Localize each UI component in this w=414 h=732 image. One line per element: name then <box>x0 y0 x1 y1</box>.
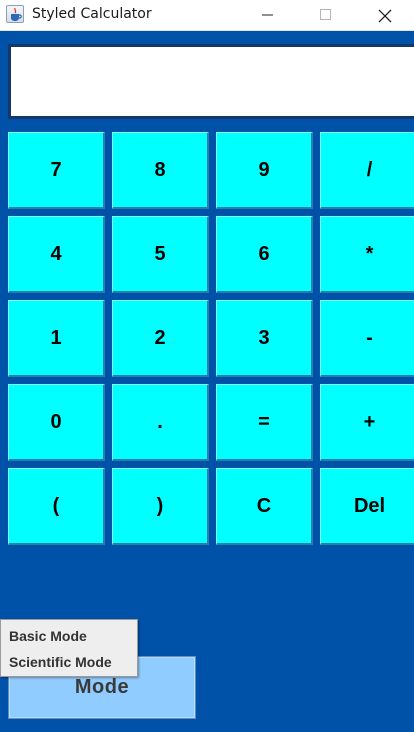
maximize-button[interactable] <box>303 0 349 31</box>
key-divide-button[interactable]: / <box>320 132 414 209</box>
title-bar: Styled Calculator <box>0 0 414 31</box>
menu-item-scientific-mode[interactable]: Scientific Mode <box>1 649 137 675</box>
key-5-button[interactable]: 5 <box>112 216 209 293</box>
key-6-button[interactable]: 6 <box>216 216 313 293</box>
mode-menu: Basic Mode Scientific Mode <box>0 619 138 677</box>
minimize-icon <box>262 14 273 16</box>
java-cup-icon <box>6 5 24 23</box>
key-2-button[interactable]: 2 <box>112 300 209 377</box>
key-1-button[interactable]: 1 <box>8 300 105 377</box>
key-subtract-button[interactable]: - <box>320 300 414 377</box>
calculator-window: Styled Calculator 7 8 9/ 4 5 6 * 1 2 3- 0. = + () C Del… <box>0 0 414 732</box>
key-clear-button[interactable]: C <box>216 468 313 545</box>
calculator-display[interactable] <box>8 44 414 119</box>
key-7-button[interactable]: 7 <box>8 132 105 209</box>
key-open-paren-button[interactable]: ( <box>8 468 105 545</box>
window-title: Styled Calculator <box>32 6 152 22</box>
key-3-button[interactable]: 3 <box>216 300 313 377</box>
minimize-button[interactable] <box>245 0 291 31</box>
key-4-button[interactable]: 4 <box>8 216 105 293</box>
maximize-icon <box>320 9 331 20</box>
key-9-button[interactable]: 9 <box>216 132 313 209</box>
key-add-button[interactable]: + <box>320 384 414 461</box>
close-icon <box>378 9 392 23</box>
key-delete-button[interactable]: Del <box>320 468 414 545</box>
key-0-button[interactable]: 0 <box>8 384 105 461</box>
close-button[interactable] <box>361 0 407 31</box>
key-close-paren-button[interactable]: ) <box>112 468 209 545</box>
key-decimal-button[interactable]: . <box>112 384 209 461</box>
menu-item-basic-mode[interactable]: Basic Mode <box>1 623 137 649</box>
key-multiply-button[interactable]: * <box>320 216 414 293</box>
key-8-button[interactable]: 8 <box>112 132 209 209</box>
key-equals-button[interactable]: = <box>216 384 313 461</box>
